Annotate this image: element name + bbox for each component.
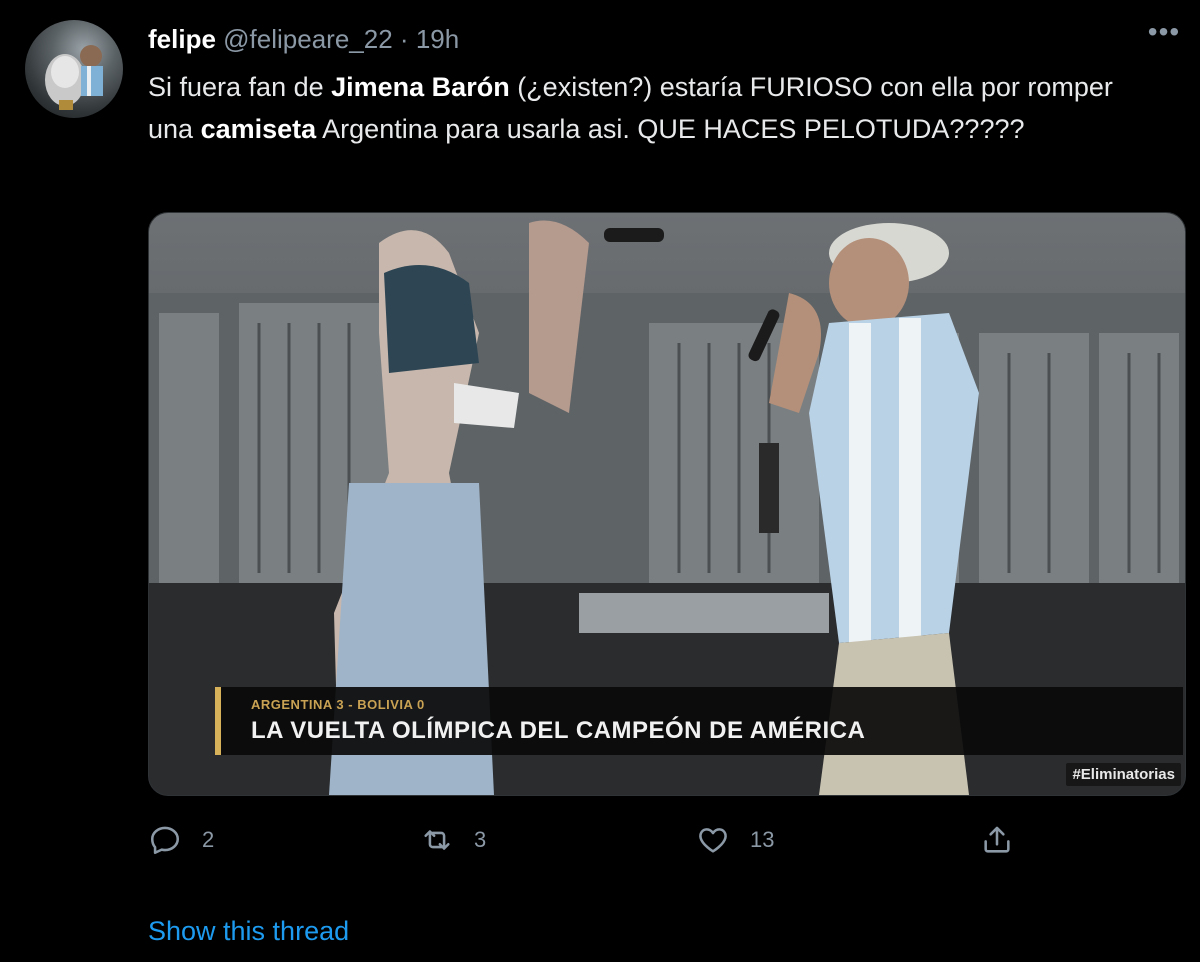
tweet-text-bold: Jimena Barón	[331, 72, 510, 102]
separator-dot: ·	[399, 24, 409, 54]
show-thread-link[interactable]: Show this thread	[148, 916, 349, 947]
overlay-hashtag: #Eliminatorias	[1066, 763, 1181, 786]
tweet-actions: 2 3 13	[148, 816, 1184, 866]
overlay-score: ARGENTINA 3 - BOLIVIA 0	[251, 697, 425, 712]
reply-icon	[150, 826, 180, 855]
tweet-text: Si fuera fan de Jimena Barón (¿existen?)…	[148, 66, 1158, 150]
share-icon	[984, 826, 1010, 853]
reply-button[interactable]: 2	[148, 816, 214, 864]
retweet-button[interactable]: 3	[420, 816, 486, 864]
tweet-header: felipe @felipeare_22 · 19h	[148, 24, 459, 55]
tweet-text-segment: Argentina para usarla asi. QUE HACES PEL…	[316, 114, 1025, 144]
share-button[interactable]	[980, 816, 1014, 864]
heart-icon	[699, 828, 727, 853]
broadcast-lower-third: ARGENTINA 3 - BOLIVIA 0 LA VUELTA OLÍMPI…	[215, 687, 1183, 755]
avatar-trophy-icon	[45, 45, 103, 110]
tweet-time[interactable]: 19h	[416, 24, 459, 54]
retweet-icon	[424, 830, 450, 850]
like-button[interactable]: 13	[696, 816, 774, 864]
author-handle[interactable]: @felipeare_22	[223, 24, 393, 54]
retweet-count: 3	[474, 827, 487, 852]
more-options-icon[interactable]: •••	[1146, 18, 1182, 52]
tweet-text-segment: Si fuera fan de	[148, 72, 332, 102]
tweet-video[interactable]: ARGENTINA 3 - BOLIVIA 0 LA VUELTA OLÍMPI…	[148, 212, 1186, 796]
tweet-text-bold: camiseta	[200, 114, 317, 144]
author-name[interactable]: felipe	[148, 24, 216, 54]
reply-count: 2	[202, 827, 215, 852]
like-count: 13	[750, 827, 775, 852]
author-avatar[interactable]	[25, 20, 123, 118]
overlay-headline: LA VUELTA OLÍMPICA DEL CAMPEÓN DE AMÉRIC…	[251, 717, 866, 744]
